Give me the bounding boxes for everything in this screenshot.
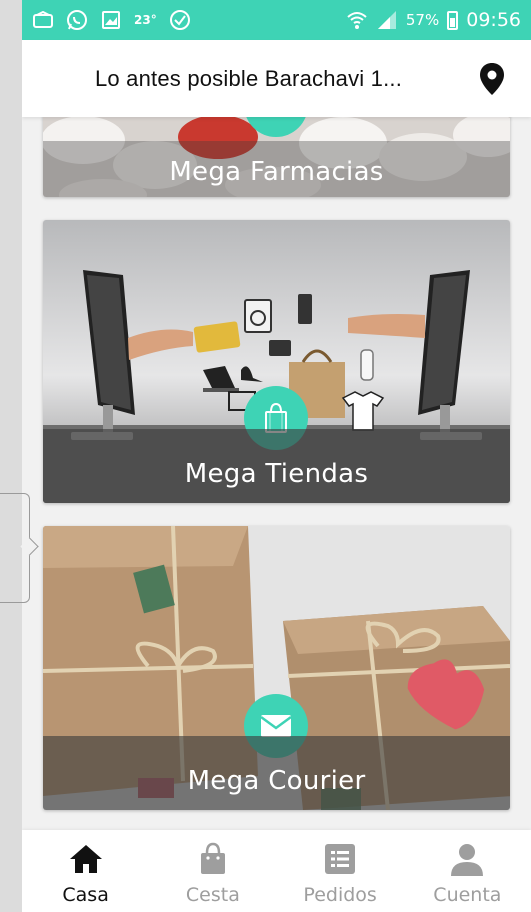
check-circle-icon (169, 9, 191, 31)
card-label[interactable]: Mega Courier (43, 766, 510, 796)
nav-item-cuenta[interactable]: Cuenta (404, 830, 531, 912)
nav-item-pedidos[interactable]: Pedidos (277, 830, 404, 912)
status-left-icons: 23° (32, 9, 191, 31)
nav-item-casa[interactable]: Casa (22, 830, 149, 912)
whatsapp-icon (66, 9, 88, 31)
card-label[interactable]: Mega Farmacias (43, 157, 510, 187)
nav-label[interactable]: Pedidos (303, 884, 376, 906)
card-label[interactable]: Mega Tiendas (43, 459, 510, 489)
card-mega-tiendas[interactable]: Mega Tiendas (43, 220, 510, 503)
side-drawer-handle[interactable] (0, 493, 30, 603)
battery-icon (447, 10, 459, 30)
location-pin-icon[interactable] (479, 62, 505, 101)
left-gutter (0, 0, 22, 912)
image-icon (32, 9, 54, 31)
app-screen: 23° 57% 09:56 Lo antes posible Barachavi… (22, 0, 531, 912)
nav-label[interactable]: Casa (62, 884, 108, 906)
nav-label[interactable]: Cesta (186, 884, 240, 906)
basket-icon[interactable] (198, 842, 228, 876)
temperature-text: 23° (134, 13, 157, 27)
delivery-address[interactable]: Lo antes posible Barachavi 1... (95, 66, 402, 92)
battery-percent: 57% (405, 11, 440, 29)
nav-item-cesta[interactable]: Cesta (149, 830, 276, 912)
card-mega-courier[interactable]: Mega Courier (43, 526, 510, 810)
signal-icon (376, 9, 398, 31)
list-icon[interactable] (324, 842, 356, 876)
status-time: 09:56 (466, 9, 521, 31)
status-bar: 23° 57% 09:56 (22, 0, 531, 40)
wifi-icon (346, 9, 368, 31)
nav-label[interactable]: Cuenta (433, 884, 501, 906)
gallery-icon (100, 9, 122, 31)
bottom-navigation: Casa Cesta Pedidos Cuenta (22, 830, 531, 912)
person-icon[interactable] (450, 842, 484, 876)
home-icon[interactable] (68, 842, 104, 876)
status-right-icons: 57% 09:56 (346, 9, 521, 31)
delivery-header[interactable]: Lo antes posible Barachavi 1... (22, 40, 531, 117)
